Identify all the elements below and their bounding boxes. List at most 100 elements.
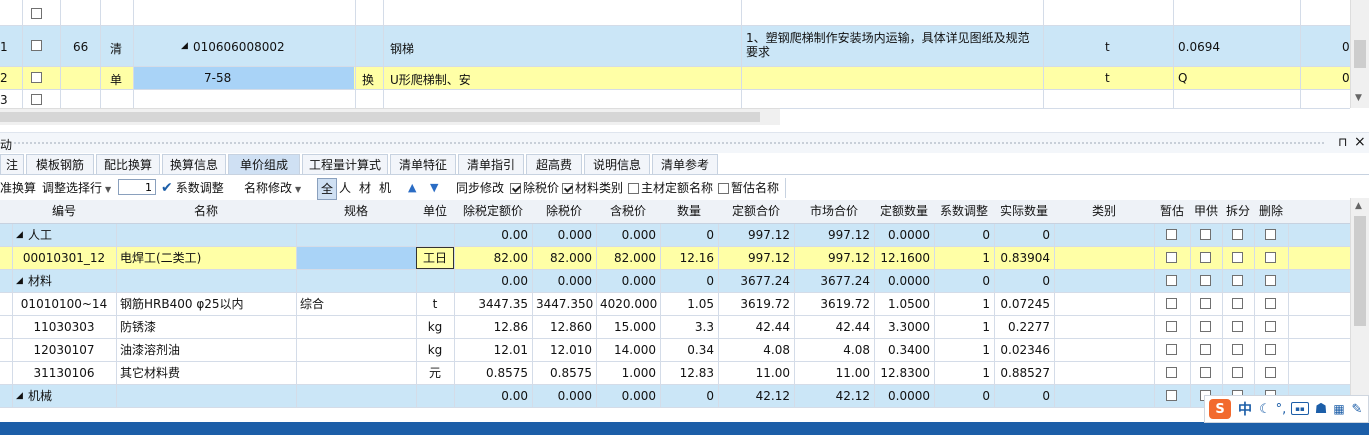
filter-material-button[interactable]: 材 (359, 180, 371, 196)
tab-bill-features[interactable]: 清单特征 (390, 154, 456, 174)
cell-sum1[interactable]: 42.12 (722, 385, 790, 407)
filter-machine-button[interactable]: 机 (379, 180, 391, 196)
scroll-up-icon[interactable]: ▲ (1355, 201, 1362, 211)
collapse-triangle-icon[interactable]: ◢ (16, 270, 23, 292)
col-header-code[interactable]: 编号 (12, 200, 116, 223)
cell-name[interactable]: 其它材料费 (120, 362, 292, 384)
factor-input[interactable] (118, 179, 156, 195)
cell-v1[interactable]: 82.00 (458, 247, 528, 269)
tab-template-rebar[interactable]: 模板钢筋 (26, 154, 94, 174)
row-checkbox[interactable] (1200, 298, 1211, 309)
replace-button[interactable]: 准换算 (0, 180, 36, 196)
code-cell-selected[interactable] (134, 67, 354, 89)
cell-sum1[interactable]: 997.12 (722, 224, 790, 246)
grid-icon[interactable]: ▦ (1332, 401, 1346, 417)
row-checkbox[interactable] (1200, 229, 1211, 240)
row-checkbox[interactable] (1200, 321, 1211, 332)
cell-act[interactable]: 0 (998, 385, 1050, 407)
col-header-actual-qty[interactable]: 实际数量 (994, 200, 1054, 223)
move-up-icon[interactable]: ▲ (408, 180, 416, 196)
col-header-owner-supply[interactable]: 甲供 (1190, 200, 1222, 223)
cell-fac[interactable]: 1 (938, 293, 990, 315)
cell-sum2[interactable]: 3677.24 (798, 270, 870, 292)
row-checkbox[interactable] (1200, 367, 1211, 378)
row-checkbox[interactable] (1265, 252, 1276, 263)
tab-quantity-formula[interactable]: 工程量计算式 (302, 154, 388, 174)
collapse-triangle-icon[interactable]: ◢ (16, 224, 23, 246)
cell-v3[interactable]: 0.000 (600, 270, 656, 292)
collapse-triangle-icon[interactable]: ◢ (16, 385, 23, 407)
cell-act[interactable]: 0.83904 (998, 247, 1050, 269)
cell-unit[interactable]: t (420, 293, 450, 315)
cell-sum2[interactable]: 997.12 (798, 247, 870, 269)
cell-code[interactable]: 人工 (28, 224, 114, 246)
tab-conversion-info[interactable]: 换算信息 (162, 154, 226, 174)
table-row[interactable]: 11030303 防锈漆 kg 12.86 12.860 15.000 3.3 42.44 42… (0, 316, 1350, 339)
adjust-select-dropdown[interactable]: 调整选择行 ▼ (42, 180, 111, 196)
cell-v1[interactable]: 3447.35 (458, 293, 528, 315)
cell-dq[interactable]: 0.3400 (878, 339, 930, 361)
cell-fac[interactable]: 1 (938, 316, 990, 338)
cell-spec[interactable] (300, 247, 412, 269)
row-checkbox[interactable] (1265, 367, 1276, 378)
row-checkbox[interactable] (1232, 367, 1243, 378)
row-checkbox[interactable] (1265, 321, 1276, 332)
cell-v1[interactable]: 0.8575 (458, 362, 528, 384)
col-header-unit[interactable]: 单位 (416, 200, 454, 223)
cell-dq[interactable]: 12.8300 (878, 362, 930, 384)
col-header-delete[interactable]: 删除 (1254, 200, 1288, 223)
row-checkbox[interactable] (1232, 321, 1243, 332)
row-checkbox[interactable] (31, 72, 42, 83)
cell-dq[interactable]: 1.0500 (878, 293, 930, 315)
cell-code[interactable]: 材料 (28, 270, 114, 292)
row-checkbox[interactable] (1232, 344, 1243, 355)
cell-qty[interactable]: 0 (664, 385, 714, 407)
cell-sum2[interactable]: 3619.72 (798, 293, 870, 315)
cell-code[interactable]: 12030107 (16, 339, 112, 361)
cell-sum1[interactable]: 997.12 (722, 247, 790, 269)
cell-v3[interactable]: 0.000 (600, 385, 656, 407)
cell-v3[interactable]: 4020.000 (600, 293, 657, 315)
row-checkbox[interactable] (31, 94, 42, 105)
row-checkbox[interactable] (1232, 298, 1243, 309)
cell-code[interactable]: 机械 (28, 385, 114, 407)
cell-sum1[interactable]: 3619.72 (722, 293, 790, 315)
cell-v1[interactable]: 0.00 (458, 270, 528, 292)
cell-spec[interactable] (300, 316, 412, 338)
cell-qty[interactable]: 3.3 (664, 316, 714, 338)
row-checkbox[interactable] (1200, 252, 1211, 263)
scroll-down-icon[interactable]: ▼ (1355, 93, 1362, 103)
row-checkbox[interactable] (1265, 298, 1276, 309)
collapse-triangle-icon[interactable]: ◢ (181, 41, 188, 51)
cell-code[interactable]: 00010301_12 (16, 247, 112, 269)
cell-act[interactable]: 0.88527 (998, 362, 1050, 384)
table-row[interactable]: 01010100~14 钢筋HRB400 φ25以内 综合 t 3447.35 3447.… (0, 293, 1350, 316)
cell-sum2[interactable]: 11.00 (798, 362, 870, 384)
cell-spec[interactable]: 综合 (300, 293, 412, 315)
cell-name[interactable]: 电焊工(二类工) (120, 247, 292, 269)
cell-unit[interactable]: kg (420, 339, 450, 361)
cell-v3[interactable]: 14.000 (600, 339, 656, 361)
col-header-quota-qty[interactable]: 定额数量 (874, 200, 934, 223)
col-header-spec[interactable]: 规格 (296, 200, 416, 223)
cell-qty[interactable]: 0 (664, 224, 714, 246)
cell-v2[interactable]: 3447.350 (536, 293, 593, 315)
cell-v3[interactable]: 15.000 (600, 316, 656, 338)
row-checkbox[interactable] (1166, 252, 1177, 263)
cell-sum1[interactable]: 42.44 (722, 316, 790, 338)
col-header-quota-total[interactable]: 定额合价 (718, 200, 794, 223)
cell-v1[interactable]: 0.00 (458, 385, 528, 407)
cell-qty[interactable]: 12.83 (664, 362, 714, 384)
cell-fac[interactable]: 0 (938, 224, 990, 246)
top-horizontal-scrollbar[interactable] (0, 108, 780, 125)
table-row[interactable]: 31130106 其它材料费 元 0.8575 0.8575 1.000 12.83 11.0… (0, 362, 1350, 385)
cell-sum2[interactable]: 42.12 (798, 385, 870, 407)
col-header-quantity[interactable]: 数量 (660, 200, 718, 223)
cell-qty[interactable]: 12.16 (664, 247, 714, 269)
top-vertical-scrollbar[interactable]: ▼ (1350, 0, 1369, 108)
cell-sum2[interactable]: 4.08 (798, 339, 870, 361)
row-checkbox[interactable] (1166, 390, 1177, 401)
row-checkbox[interactable] (1232, 275, 1243, 286)
row-checkbox[interactable] (1166, 298, 1177, 309)
row-checkbox[interactable] (1200, 344, 1211, 355)
